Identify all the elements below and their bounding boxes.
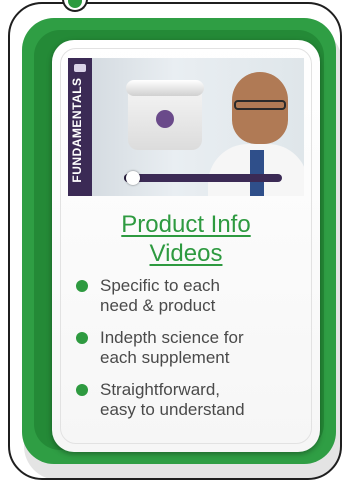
supplement-jar-lid <box>126 80 204 96</box>
list-item: Specific to each need & product <box>76 276 312 316</box>
presenter-tie <box>250 150 264 196</box>
heading-line-1: Product Info <box>121 211 251 238</box>
bullet-dot-icon <box>76 384 88 396</box>
bullet-dot-icon <box>76 332 88 344</box>
list-item-line-2: need & product <box>100 296 216 315</box>
list-item-line-2: easy to understand <box>100 400 245 419</box>
list-item: Straightforward, easy to understand <box>76 380 312 420</box>
feature-list: Specific to each need & product Indepth … <box>76 276 312 420</box>
presenter-glasses <box>234 100 286 110</box>
video-side-label: FUNDAMENTALS <box>70 77 84 183</box>
bullet-dot-icon <box>76 280 88 292</box>
heading-line-2: Videos <box>149 240 223 267</box>
video-progress-bar[interactable] <box>124 171 282 185</box>
video-progress-knob[interactable] <box>126 171 141 185</box>
card-heading: Product Info Videos <box>52 210 320 268</box>
list-item-line-1: Indepth science for <box>100 328 244 347</box>
product-info-card: FUNDAMENTALS Product Info Videos Specifi… <box>52 40 320 452</box>
video-thumbnail[interactable]: FUNDAMENTALS <box>68 58 304 196</box>
video-side-banner: FUNDAMENTALS <box>68 58 92 196</box>
list-item-line-1: Straightforward, <box>100 380 220 399</box>
list-item: Indepth science for each supplement <box>76 328 312 368</box>
jar-logo-icon <box>156 110 174 128</box>
list-item-line-1: Specific to each <box>100 276 221 295</box>
list-item-line-2: each supplement <box>100 348 230 367</box>
